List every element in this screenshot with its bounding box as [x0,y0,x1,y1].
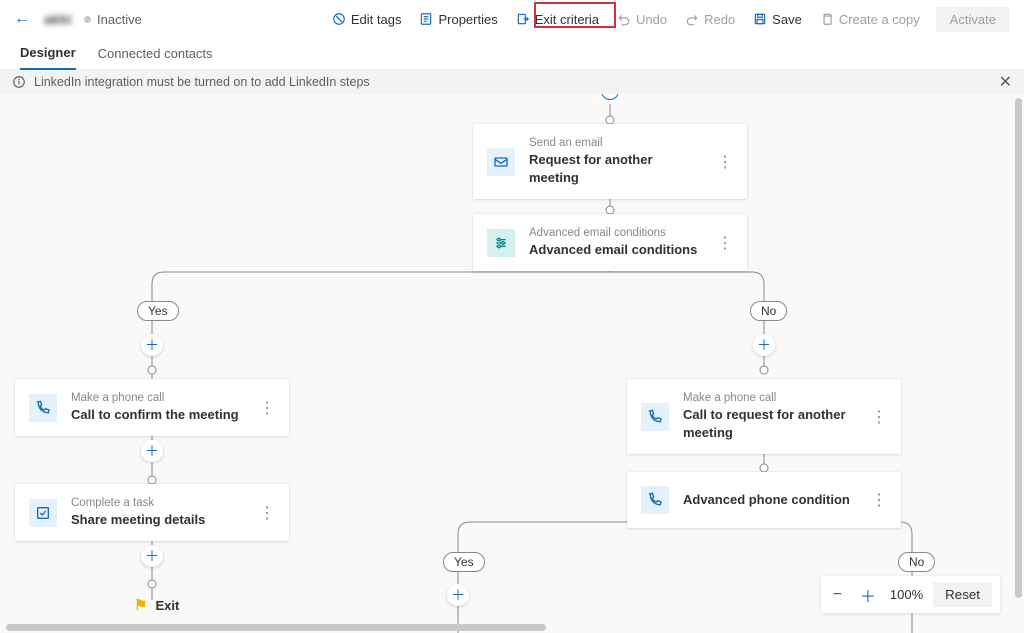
exit-label: Exit [155,598,179,613]
back-button[interactable]: ← [14,10,30,28]
task-icon [29,499,57,527]
edit-tags-button[interactable]: Edit tags [324,8,410,31]
zoom-percent: 100% [890,587,923,602]
branch-no-label[interactable]: No [750,301,787,321]
node-title: Request for another meeting [529,151,701,187]
redo-button[interactable]: Redo [677,8,743,31]
create-copy-label: Create a copy [839,12,920,27]
node-type-label: Advanced email conditions [529,226,697,241]
save-label: Save [772,12,802,27]
add-step-button[interactable]: ＋ [141,334,163,356]
page-title: akhi [44,12,72,27]
exit-node[interactable]: ⚑ Exit [134,596,179,614]
node-type-label: Complete a task [71,496,205,511]
exit-criteria-button[interactable]: Exit criteria [508,8,607,31]
node-call-request[interactable]: Make a phone call Call to request for an… [627,379,901,454]
undo-icon [617,12,631,26]
node-menu-icon[interactable]: ⋮ [855,407,887,427]
node-email-conditions[interactable]: Advanced email conditions Advanced email… [473,214,747,271]
undo-label: Undo [636,12,667,27]
zoom-in-button[interactable]: ＋ [856,583,880,607]
node-title: Call to confirm the meeting [71,406,239,424]
node-menu-icon[interactable]: ⋮ [855,490,887,510]
properties-label: Properties [438,12,497,27]
flow-start-node[interactable] [601,94,619,100]
undo-button[interactable]: Undo [609,8,675,31]
zoom-reset-button[interactable]: Reset [933,582,992,607]
node-menu-icon[interactable]: ⋮ [243,398,275,418]
node-send-email[interactable]: Send an email Request for another meetin… [473,124,747,199]
add-step-button[interactable]: ＋ [141,545,163,567]
phone-icon [29,394,57,422]
phone-icon [641,486,669,514]
infobar-close-icon[interactable]: ✕ [999,72,1012,92]
redo-label: Redo [704,12,735,27]
vertical-scrollbar[interactable] [1015,98,1022,598]
node-type-label: Make a phone call [683,391,855,406]
branch-yes-label[interactable]: Yes [137,301,179,321]
add-step-button[interactable]: ＋ [753,334,775,356]
zoom-out-button[interactable]: − [829,586,846,604]
node-title: Advanced email conditions [529,241,697,259]
node-phone-condition[interactable]: Advanced phone condition ⋮ [627,472,901,528]
node-title: Call to request for another meeting [683,406,855,442]
zoom-toolbar: − ＋ 100% Reset [821,576,1000,613]
copy-icon [820,12,834,26]
branch-yes-label[interactable]: Yes [443,552,485,572]
status-dot [84,16,91,23]
add-step-button[interactable]: ＋ [447,584,469,606]
node-menu-icon[interactable]: ⋮ [243,503,275,523]
node-title: Advanced phone condition [683,491,850,509]
branch-no-label[interactable]: No [898,552,935,572]
create-copy-button[interactable]: Create a copy [812,8,928,31]
add-step-button[interactable]: ＋ [141,440,163,462]
node-type-label: Send an email [529,136,701,151]
flow-canvas[interactable]: Send an email Request for another meetin… [0,94,1024,633]
node-complete-task[interactable]: Complete a task Share meeting details ⋮ [15,484,289,541]
node-call-confirm[interactable]: Make a phone call Call to confirm the me… [15,379,289,436]
flag-icon: ⚑ [134,596,147,614]
redo-icon [685,12,699,26]
save-icon [753,12,767,26]
save-button[interactable]: Save [745,8,810,31]
tab-connected-contacts[interactable]: Connected contacts [98,46,213,69]
exit-criteria-label: Exit criteria [535,12,599,27]
node-title: Share meeting details [71,511,205,529]
properties-button[interactable]: Properties [411,8,505,31]
conditions-icon [487,229,515,257]
node-type-label: Make a phone call [71,391,239,406]
phone-icon [641,403,669,431]
activate-button[interactable]: Activate [936,7,1010,32]
node-menu-icon[interactable]: ⋮ [701,152,733,172]
status-text: Inactive [97,12,142,27]
node-menu-icon[interactable]: ⋮ [701,233,733,253]
properties-icon [419,12,433,26]
tag-icon [332,12,346,26]
tab-designer[interactable]: Designer [20,45,76,70]
infobar-text: LinkedIn integration must be turned on t… [34,75,370,89]
info-icon [12,75,26,89]
exit-icon [516,12,530,26]
edit-tags-label: Edit tags [351,12,402,27]
email-icon [487,148,515,176]
horizontal-scrollbar[interactable] [6,624,546,631]
